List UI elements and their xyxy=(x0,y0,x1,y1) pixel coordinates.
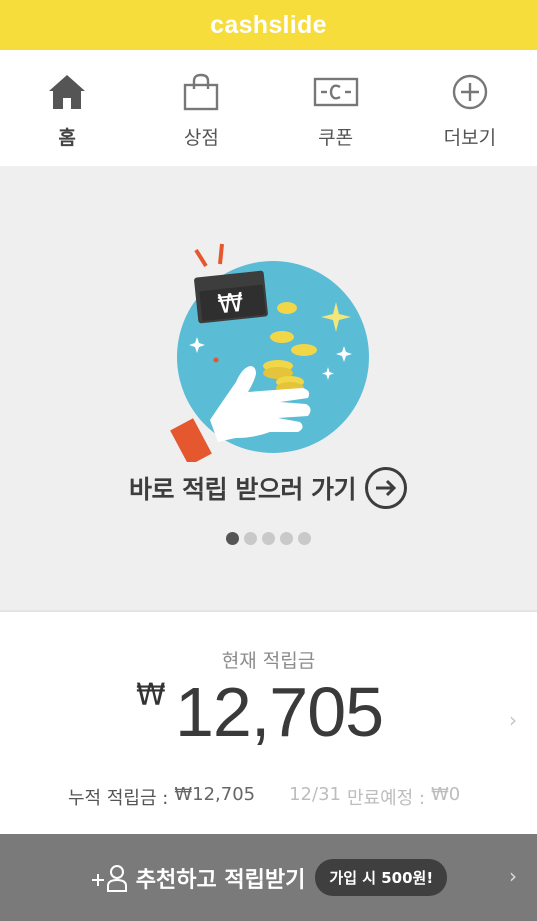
chevron-right-icon[interactable]: › xyxy=(509,708,517,732)
carousel-dot[interactable] xyxy=(262,532,275,545)
accumulated-value: ₩12,705 xyxy=(174,784,256,805)
nav-coupon[interactable]: 쿠폰 xyxy=(269,50,403,166)
referral-badge: 가입 시 500원! xyxy=(315,859,448,896)
plus-circle-icon xyxy=(451,73,489,111)
sparkle-dot xyxy=(213,357,219,363)
burst-line xyxy=(218,243,224,265)
referral-text: 추천하고 적립받기 xyxy=(135,867,306,893)
balance-label: 현재 적립금 xyxy=(221,650,316,672)
nav-more-label: 더보기 xyxy=(443,127,497,149)
carousel-dot[interactable] xyxy=(280,532,293,545)
banner-cta[interactable]: 바로 적립 받으러 가기 xyxy=(0,466,537,510)
promo-banner[interactable]: ₩ 바로 적립 받으러 가기 xyxy=(0,166,537,612)
carousel-dot[interactable] xyxy=(298,532,311,545)
carousel-dot-active[interactable] xyxy=(226,532,239,545)
main-nav: 홈 상점 쿠폰 더보기 xyxy=(0,50,537,166)
accumulated-label: 누적 적립금 : xyxy=(68,788,169,809)
banner-cta-text: 바로 적립 받으러 가기 xyxy=(128,475,357,504)
expiry-label: 만료예정 : xyxy=(346,788,425,809)
chevron-right-icon[interactable]: › xyxy=(509,864,517,888)
nav-shop[interactable]: 상점 xyxy=(134,50,268,166)
balance-meta: 누적 적립금 : ₩12,705 12/31 만료예정 : ₩0 xyxy=(68,784,460,810)
balance-currency: ₩ xyxy=(136,678,166,713)
app-header: cashslide xyxy=(0,0,537,50)
balance-panel[interactable]: 현재 적립금 ₩ 12,705 › 누적 적립금 : ₩12,705 12/31… xyxy=(0,612,537,834)
app-logo: cashslide xyxy=(210,10,327,39)
carousel-indicator xyxy=(0,532,537,545)
wallet-symbol: ₩ xyxy=(216,288,245,321)
wallet-icon: ₩ xyxy=(194,270,268,324)
nav-coupon-label: 쿠폰 xyxy=(318,127,354,149)
carousel-dot[interactable] xyxy=(244,532,257,545)
coupon-icon xyxy=(313,73,359,111)
burst-line xyxy=(194,248,208,268)
add-user-icon xyxy=(91,864,127,892)
nav-more[interactable]: 더보기 xyxy=(403,50,537,166)
arrow-right-circle-icon[interactable] xyxy=(364,466,408,510)
referral-bar[interactable]: 추천하고 적립받기 가입 시 500원! › xyxy=(0,834,537,921)
reward-illustration: ₩ xyxy=(170,243,369,462)
expiry-date: 12/31 xyxy=(289,784,341,805)
shopping-bag-icon xyxy=(181,73,221,111)
home-icon xyxy=(47,73,87,111)
nav-shop-label: 상점 xyxy=(183,127,219,149)
expiry-value: ₩0 xyxy=(431,784,461,805)
balance-amount: 12,705 xyxy=(175,673,384,751)
nav-home-label: 홈 xyxy=(58,127,76,149)
nav-home[interactable]: 홈 xyxy=(0,50,134,166)
